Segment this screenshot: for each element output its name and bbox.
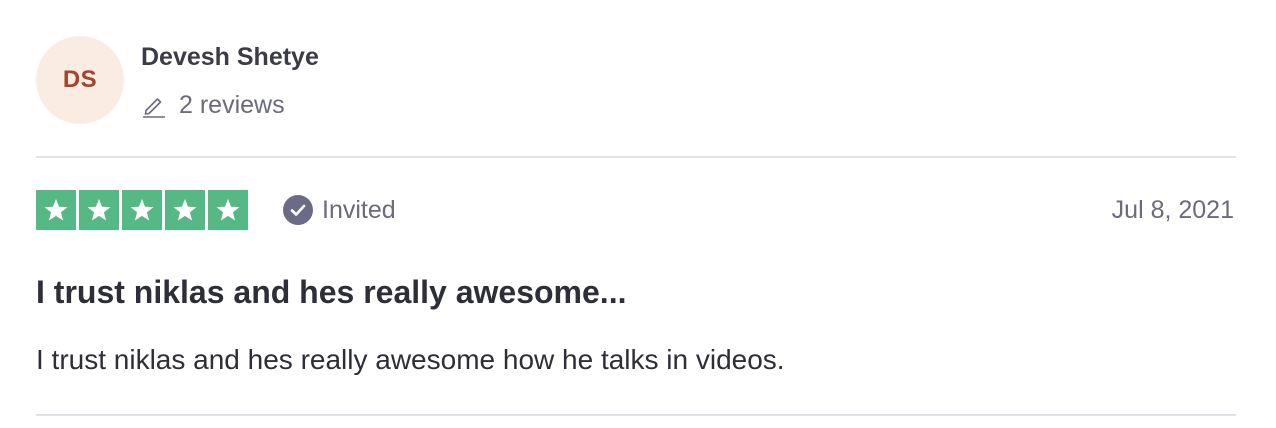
consumer-info[interactable]: DS Devesh Shetye 2 reviews xyxy=(36,36,636,124)
review-body: I trust niklas and hes really awesome ho… xyxy=(36,344,785,375)
invited-badge[interactable]: Invited xyxy=(282,194,396,226)
star-icon xyxy=(36,190,76,230)
avatar[interactable]: DS xyxy=(36,36,124,124)
review-date: Jul 8, 2021 xyxy=(1111,195,1234,224)
consumer-review-count[interactable]: 2 reviews xyxy=(141,91,319,119)
consumer-name[interactable]: Devesh Shetye xyxy=(141,43,319,71)
pencil-icon xyxy=(141,92,167,118)
star-icon xyxy=(122,190,162,230)
review-count-label: 2 reviews xyxy=(179,91,285,119)
star-icon xyxy=(208,190,248,230)
consumer-details: Devesh Shetye 2 reviews xyxy=(141,36,319,119)
star-rating xyxy=(36,190,248,230)
review-title[interactable]: I trust niklas and hes really awesome... xyxy=(36,272,626,312)
divider xyxy=(36,156,1236,158)
invited-label: Invited xyxy=(322,195,396,224)
star-icon xyxy=(79,190,119,230)
avatar-initials: DS xyxy=(62,66,98,93)
review-card: DS Devesh Shetye 2 reviews Invited Jul 8… xyxy=(36,0,1236,428)
review-header: Invited Jul 8, 2021 xyxy=(36,190,1236,230)
check-circle-icon xyxy=(282,194,314,226)
star-icon xyxy=(165,190,205,230)
divider xyxy=(36,414,1236,416)
